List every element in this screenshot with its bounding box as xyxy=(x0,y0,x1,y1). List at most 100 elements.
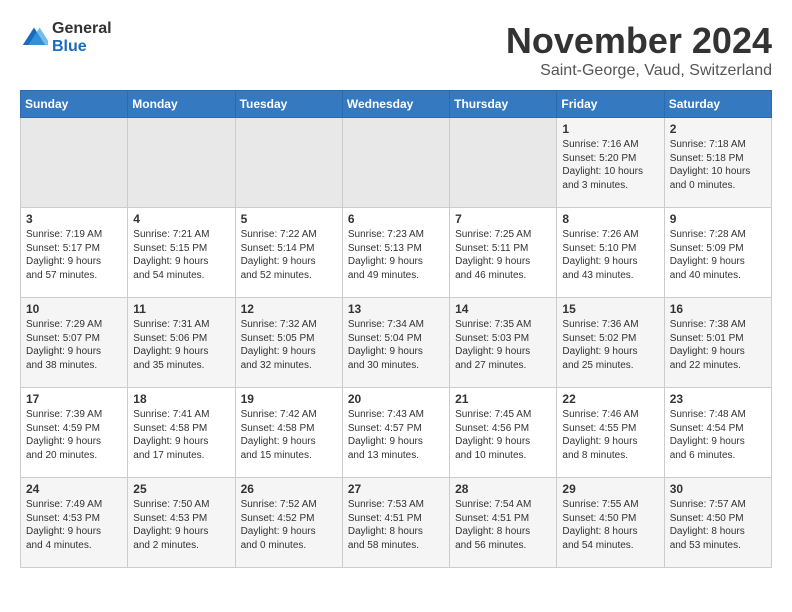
day-cell: 11Sunrise: 7:31 AM Sunset: 5:06 PM Dayli… xyxy=(128,298,235,388)
day-info: Sunrise: 7:39 AM Sunset: 4:59 PM Dayligh… xyxy=(26,408,122,462)
day-number: 18 xyxy=(133,392,229,406)
day-info: Sunrise: 7:28 AM Sunset: 5:09 PM Dayligh… xyxy=(670,228,766,282)
weekday-header-thursday: Thursday xyxy=(450,91,557,118)
day-number: 15 xyxy=(562,302,658,316)
day-number: 17 xyxy=(26,392,122,406)
day-cell xyxy=(342,118,449,208)
day-info: Sunrise: 7:31 AM Sunset: 5:06 PM Dayligh… xyxy=(133,318,229,372)
day-number: 16 xyxy=(670,302,766,316)
day-number: 10 xyxy=(26,302,122,316)
day-info: Sunrise: 7:22 AM Sunset: 5:14 PM Dayligh… xyxy=(241,228,337,282)
day-cell: 30 Sunrise: 7:57 AM Sunset: 4:50 PM Dayli… xyxy=(664,478,771,568)
day-number: 4 xyxy=(133,212,229,226)
day-number: 14 xyxy=(455,302,551,316)
day-cell: 19 Sunrise: 7:42 AM Sunset: 4:58 PM Dayli… xyxy=(235,388,342,478)
day-number: 21 xyxy=(455,392,551,406)
day-cell: 23 Sunrise: 7:48 AM Sunset: 4:54 PM Dayli… xyxy=(664,388,771,478)
weekday-header-row: SundayMondayTuesdayWednesdayThursdayFrid… xyxy=(21,91,772,118)
day-cell: 8 Sunrise: 7:26 AM Sunset: 5:10 PM Daylig… xyxy=(557,208,664,298)
weekday-header-wednesday: Wednesday xyxy=(342,91,449,118)
day-cell: 5 Sunrise: 7:22 AM Sunset: 5:14 PM Daylig… xyxy=(235,208,342,298)
day-info: Sunrise: 7:43 AM Sunset: 4:57 PM Dayligh… xyxy=(348,408,444,462)
day-number: 28 xyxy=(455,482,551,496)
logo-blue: Blue xyxy=(52,38,87,55)
month-title: November 2024 xyxy=(506,20,772,62)
weekday-header-sunday: Sunday xyxy=(21,91,128,118)
day-cell: 20 Sunrise: 7:43 AM Sunset: 4:57 PM Dayli… xyxy=(342,388,449,478)
day-cell: 4 Sunrise: 7:21 AM Sunset: 5:15 PM Daylig… xyxy=(128,208,235,298)
day-number: 9 xyxy=(670,212,766,226)
day-number: 29 xyxy=(562,482,658,496)
day-info: Sunrise: 7:34 AM Sunset: 5:04 PM Dayligh… xyxy=(348,318,444,372)
day-info: Sunrise: 7:25 AM Sunset: 5:11 PM Dayligh… xyxy=(455,228,551,282)
day-cell: 12 Sunrise: 7:32 AM Sunset: 5:05 PM Dayli… xyxy=(235,298,342,388)
day-cell: 9 Sunrise: 7:28 AM Sunset: 5:09 PM Daylig… xyxy=(664,208,771,298)
day-info: Sunrise: 7:26 AM Sunset: 5:10 PM Dayligh… xyxy=(562,228,658,282)
day-cell xyxy=(235,118,342,208)
title-area: November 2024 Saint-George, Vaud, Switze… xyxy=(506,20,772,80)
calendar-table: SundayMondayTuesdayWednesdayThursdayFrid… xyxy=(20,90,772,568)
day-cell: 25Sunrise: 7:50 AM Sunset: 4:53 PM Dayli… xyxy=(128,478,235,568)
day-cell xyxy=(450,118,557,208)
day-info: Sunrise: 7:52 AM Sunset: 4:52 PM Dayligh… xyxy=(241,498,337,552)
day-number: 13 xyxy=(348,302,444,316)
day-number: 22 xyxy=(562,392,658,406)
day-info: Sunrise: 7:53 AM Sunset: 4:51 PM Dayligh… xyxy=(348,498,444,552)
day-cell: 6Sunrise: 7:23 AM Sunset: 5:13 PM Daylig… xyxy=(342,208,449,298)
week-row-1: 1 Sunrise: 7:16 AM Sunset: 5:20 PM Daylig… xyxy=(21,118,772,208)
day-cell: 14 Sunrise: 7:35 AM Sunset: 5:03 PM Dayli… xyxy=(450,298,557,388)
day-cell: 28 Sunrise: 7:54 AM Sunset: 4:51 PM Dayli… xyxy=(450,478,557,568)
day-info: Sunrise: 7:29 AM Sunset: 5:07 PM Dayligh… xyxy=(26,318,122,372)
day-info: Sunrise: 7:23 AM Sunset: 5:13 PM Dayligh… xyxy=(348,228,444,282)
day-number: 5 xyxy=(241,212,337,226)
day-info: Sunrise: 7:32 AM Sunset: 5:05 PM Dayligh… xyxy=(241,318,337,372)
day-number: 20 xyxy=(348,392,444,406)
day-cell: 29Sunrise: 7:55 AM Sunset: 4:50 PM Dayli… xyxy=(557,478,664,568)
day-info: Sunrise: 7:57 AM Sunset: 4:50 PM Dayligh… xyxy=(670,498,766,552)
day-cell: 18 Sunrise: 7:41 AM Sunset: 4:58 PM Dayli… xyxy=(128,388,235,478)
day-info: Sunrise: 7:41 AM Sunset: 4:58 PM Dayligh… xyxy=(133,408,229,462)
day-number: 2 xyxy=(670,122,766,136)
week-row-3: 10 Sunrise: 7:29 AM Sunset: 5:07 PM Dayli… xyxy=(21,298,772,388)
logo: General Blue xyxy=(20,20,112,56)
day-number: 24 xyxy=(26,482,122,496)
day-info: Sunrise: 7:16 AM Sunset: 5:20 PM Dayligh… xyxy=(562,138,658,192)
day-info: Sunrise: 7:19 AM Sunset: 5:17 PM Dayligh… xyxy=(26,228,122,282)
day-info: Sunrise: 7:21 AM Sunset: 5:15 PM Dayligh… xyxy=(133,228,229,282)
page-header: General Blue November 2024 Saint-George,… xyxy=(20,20,772,80)
day-cell: 3 Sunrise: 7:19 AM Sunset: 5:17 PM Daylig… xyxy=(21,208,128,298)
logo-general: General xyxy=(52,20,112,37)
logo-icon xyxy=(20,24,48,52)
week-row-4: 17 Sunrise: 7:39 AM Sunset: 4:59 PM Dayli… xyxy=(21,388,772,478)
day-cell: 16 Sunrise: 7:38 AM Sunset: 5:01 PM Dayli… xyxy=(664,298,771,388)
weekday-header-tuesday: Tuesday xyxy=(235,91,342,118)
day-info: Sunrise: 7:54 AM Sunset: 4:51 PM Dayligh… xyxy=(455,498,551,552)
week-row-5: 24Sunrise: 7:49 AM Sunset: 4:53 PM Dayli… xyxy=(21,478,772,568)
day-info: Sunrise: 7:48 AM Sunset: 4:54 PM Dayligh… xyxy=(670,408,766,462)
day-cell: 7 Sunrise: 7:25 AM Sunset: 5:11 PM Daylig… xyxy=(450,208,557,298)
weekday-header-saturday: Saturday xyxy=(664,91,771,118)
day-cell: 24Sunrise: 7:49 AM Sunset: 4:53 PM Dayli… xyxy=(21,478,128,568)
day-cell: 13 Sunrise: 7:34 AM Sunset: 5:04 PM Dayli… xyxy=(342,298,449,388)
day-cell: 21 Sunrise: 7:45 AM Sunset: 4:56 PM Dayli… xyxy=(450,388,557,478)
day-info: Sunrise: 7:35 AM Sunset: 5:03 PM Dayligh… xyxy=(455,318,551,372)
day-number: 7 xyxy=(455,212,551,226)
day-number: 1 xyxy=(562,122,658,136)
day-number: 30 xyxy=(670,482,766,496)
week-row-2: 3 Sunrise: 7:19 AM Sunset: 5:17 PM Daylig… xyxy=(21,208,772,298)
day-info: Sunrise: 7:36 AM Sunset: 5:02 PM Dayligh… xyxy=(562,318,658,372)
day-info: Sunrise: 7:45 AM Sunset: 4:56 PM Dayligh… xyxy=(455,408,551,462)
day-number: 12 xyxy=(241,302,337,316)
day-cell: 2 Sunrise: 7:18 AM Sunset: 5:18 PM Daylig… xyxy=(664,118,771,208)
day-cell: 17 Sunrise: 7:39 AM Sunset: 4:59 PM Dayli… xyxy=(21,388,128,478)
day-info: Sunrise: 7:18 AM Sunset: 5:18 PM Dayligh… xyxy=(670,138,766,192)
weekday-header-friday: Friday xyxy=(557,91,664,118)
day-info: Sunrise: 7:46 AM Sunset: 4:55 PM Dayligh… xyxy=(562,408,658,462)
day-cell: 26Sunrise: 7:52 AM Sunset: 4:52 PM Dayli… xyxy=(235,478,342,568)
day-number: 8 xyxy=(562,212,658,226)
day-number: 19 xyxy=(241,392,337,406)
day-number: 3 xyxy=(26,212,122,226)
day-number: 23 xyxy=(670,392,766,406)
day-info: Sunrise: 7:38 AM Sunset: 5:01 PM Dayligh… xyxy=(670,318,766,372)
day-info: Sunrise: 7:42 AM Sunset: 4:58 PM Dayligh… xyxy=(241,408,337,462)
